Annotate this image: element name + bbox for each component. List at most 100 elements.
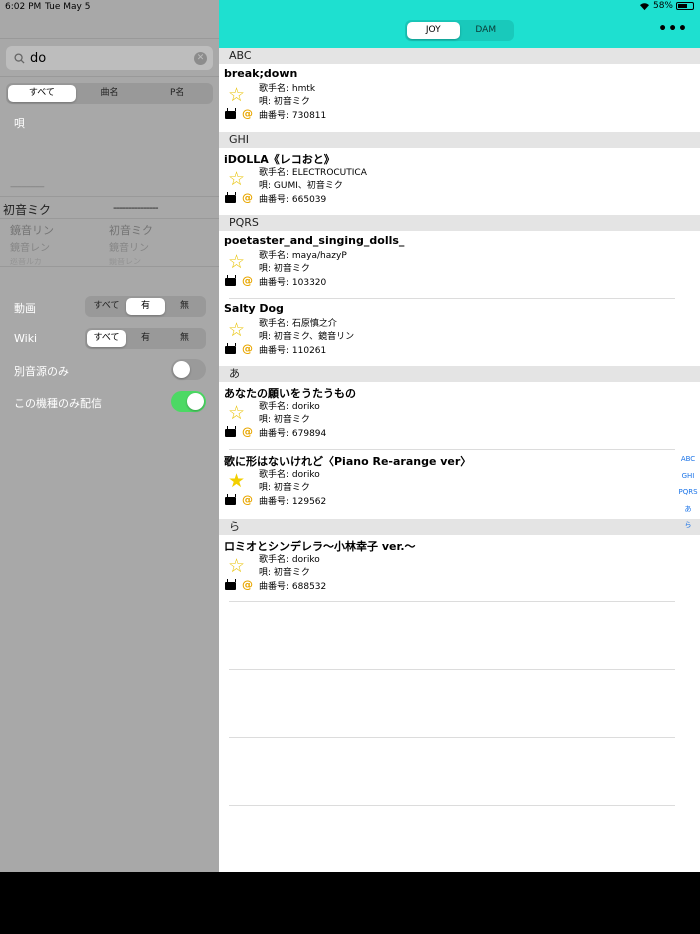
song-list-panel: JOY DAM ••• ABC break;down ☆ 歌手名: hmtk 唄: 初音… xyxy=(219,0,700,872)
wiki-filter-label: Wiki xyxy=(14,332,38,345)
scope-producer[interactable]: P名 xyxy=(143,85,211,102)
status-bar: 6:02 PM Tue May 5 58% xyxy=(0,0,700,14)
star-outline-icon[interactable]: ☆ xyxy=(228,168,245,190)
tv-icon[interactable] xyxy=(225,111,236,119)
tv-icon[interactable] xyxy=(225,582,236,590)
picker-placeholder[interactable]: --------------- xyxy=(10,182,45,192)
wiki-no[interactable]: 無 xyxy=(165,330,204,347)
scope-title[interactable]: 曲名 xyxy=(76,85,144,102)
battery-icon xyxy=(676,2,694,10)
at-icon[interactable]: @ xyxy=(242,425,253,438)
song-row[interactable]: break;down ☆ 歌手名: hmtk 唄: 初音ミク @ 曲番号: 730811 xyxy=(219,64,700,132)
star-outline-icon[interactable]: ☆ xyxy=(228,555,245,577)
song-row[interactable]: 歌に形はないけれど〈Piano Re-arange ver〉 ★ 歌手名: dori… xyxy=(219,450,700,518)
row-separator xyxy=(229,601,675,602)
device-only-label: この機種のみ配信 xyxy=(14,397,102,410)
song-number: 曲番号: 665039 xyxy=(259,195,327,205)
index-ghi[interactable]: GHI xyxy=(668,468,700,485)
clear-search-icon[interactable]: ✕ xyxy=(194,51,207,65)
at-icon[interactable]: @ xyxy=(242,342,253,355)
karaoke-db-segment[interactable]: JOY DAM xyxy=(405,20,514,41)
alt-source-label: 別音源のみ xyxy=(14,365,69,378)
song-artist: 歌手名: doriko xyxy=(259,402,320,412)
song-number: 曲番号: 730811 xyxy=(259,111,327,121)
video-yes[interactable]: 有 xyxy=(126,298,165,315)
song-row[interactable]: Salty Dog ☆ 歌手名: 石原慎之介 唄: 初音ミク、鏡音リン @ 曲番号: 11… xyxy=(219,299,700,367)
index-pqrs[interactable]: PQRS xyxy=(668,484,700,501)
alt-source-toggle[interactable] xyxy=(171,359,206,380)
db-joy[interactable]: JOY xyxy=(407,22,460,39)
song-singer: 唄: 初音ミク xyxy=(259,483,310,493)
status-right: 58% xyxy=(639,1,694,11)
index-ra[interactable]: ら xyxy=(668,517,700,534)
video-no[interactable]: 無 xyxy=(165,298,204,315)
video-filter-label: 動画 xyxy=(14,302,36,315)
at-icon[interactable]: @ xyxy=(242,493,253,506)
song-number: 曲番号: 110261 xyxy=(259,346,327,356)
song-singer: 唄: GUMI、初音ミク xyxy=(259,181,343,191)
picker-item[interactable]: 巡音ルカ xyxy=(10,258,54,265)
tv-icon[interactable] xyxy=(225,497,236,505)
toggle-knob xyxy=(173,361,190,378)
battery-percent: 58% xyxy=(652,1,673,11)
singer-filter-label: 唄 xyxy=(14,117,25,130)
tv-icon[interactable] xyxy=(225,429,236,437)
battery-fill xyxy=(678,4,687,8)
search-field[interactable]: do ✕ xyxy=(6,46,213,70)
song-artist: 歌手名: 石原慎之介 xyxy=(259,319,337,329)
filter-sidebar: do ✕ すべて 曲名 P名 唄 --------------- 初音ミク --… xyxy=(0,0,219,872)
picker-item[interactable]: 鏡音リン xyxy=(10,222,54,240)
section-index-bar[interactable]: ABC GHI PQRS あ ら xyxy=(668,451,700,534)
index-abc[interactable]: ABC xyxy=(668,451,700,468)
song-singer: 唄: 初音ミク xyxy=(259,568,310,578)
song-number: 曲番号: 103320 xyxy=(259,278,327,288)
song-row[interactable]: poetaster_and_singing_dolls_ ☆ 歌手名: maya/h… xyxy=(219,231,700,299)
wiki-filter-segment[interactable]: すべて 有 無 xyxy=(85,328,206,349)
divider xyxy=(0,196,219,197)
at-icon[interactable]: @ xyxy=(242,107,253,120)
device-only-toggle[interactable] xyxy=(171,391,206,412)
song-artist: 歌手名: doriko xyxy=(259,470,320,480)
selected-singer[interactable]: 初音ミク xyxy=(3,201,51,218)
song-singer: 唄: 初音ミク、鏡音リン xyxy=(259,332,355,342)
wiki-all[interactable]: すべて xyxy=(87,330,126,347)
index-a[interactable]: あ xyxy=(668,501,700,518)
star-outline-icon[interactable]: ☆ xyxy=(228,84,245,106)
tv-icon[interactable] xyxy=(225,278,236,286)
video-filter-segment[interactable]: すべて 有 無 xyxy=(85,296,206,317)
wiki-yes[interactable]: 有 xyxy=(126,330,165,347)
star-outline-icon[interactable]: ☆ xyxy=(228,319,245,341)
scope-all[interactable]: すべて xyxy=(8,85,76,102)
at-icon[interactable]: @ xyxy=(242,274,253,287)
selected-singer-secondary[interactable]: --------------- xyxy=(113,201,159,214)
search-icon xyxy=(14,52,25,64)
song-row[interactable]: あなたの願いをうたうもの ☆ 歌手名: doriko 唄: 初音ミク @ 曲番号: 679… xyxy=(219,382,700,450)
picker-item[interactable]: 鏡音レン xyxy=(10,240,54,258)
song-singer: 唄: 初音ミク xyxy=(259,97,310,107)
at-icon[interactable]: @ xyxy=(242,578,253,591)
song-row[interactable]: iDOLLA《レコおと》 ☆ 歌手名: ELECTROCUTICA 唄: GUMI、初… xyxy=(219,148,700,216)
picker-item[interactable]: 鏡音レン xyxy=(109,258,153,265)
video-all[interactable]: すべて xyxy=(87,298,126,315)
row-separator xyxy=(229,669,675,670)
star-outline-icon[interactable]: ☆ xyxy=(228,251,245,273)
status-date: Tue May 5 xyxy=(45,2,91,12)
singer-picker-left[interactable]: 鏡音リン 鏡音レン 巡音ルカ xyxy=(10,222,54,265)
singer-picker-right[interactable]: 初音ミク 鏡音リン 鏡音レン xyxy=(109,222,153,265)
picker-item[interactable]: 初音ミク xyxy=(109,222,153,240)
more-icon[interactable]: ••• xyxy=(658,21,688,37)
divider xyxy=(0,266,219,267)
picker-item[interactable]: 鏡音リン xyxy=(109,240,153,258)
at-icon[interactable]: @ xyxy=(242,191,253,204)
tv-icon[interactable] xyxy=(225,346,236,354)
song-singer: 唄: 初音ミク xyxy=(259,264,310,274)
star-filled-icon[interactable]: ★ xyxy=(228,470,245,492)
search-scope-segment[interactable]: すべて 曲名 P名 xyxy=(6,83,213,104)
star-outline-icon[interactable]: ☆ xyxy=(228,402,245,424)
search-input[interactable]: do xyxy=(30,51,189,66)
song-artist: 歌手名: ELECTROCUTICA xyxy=(259,168,367,178)
song-row[interactable]: ロミオとシンデレラ～小林幸子 ver.～ ☆ 歌手名: doriko 唄: 初音ミク @… xyxy=(219,535,700,603)
tv-icon[interactable] xyxy=(225,195,236,203)
song-number: 曲番号: 679894 xyxy=(259,429,327,439)
db-dam[interactable]: DAM xyxy=(460,22,513,39)
